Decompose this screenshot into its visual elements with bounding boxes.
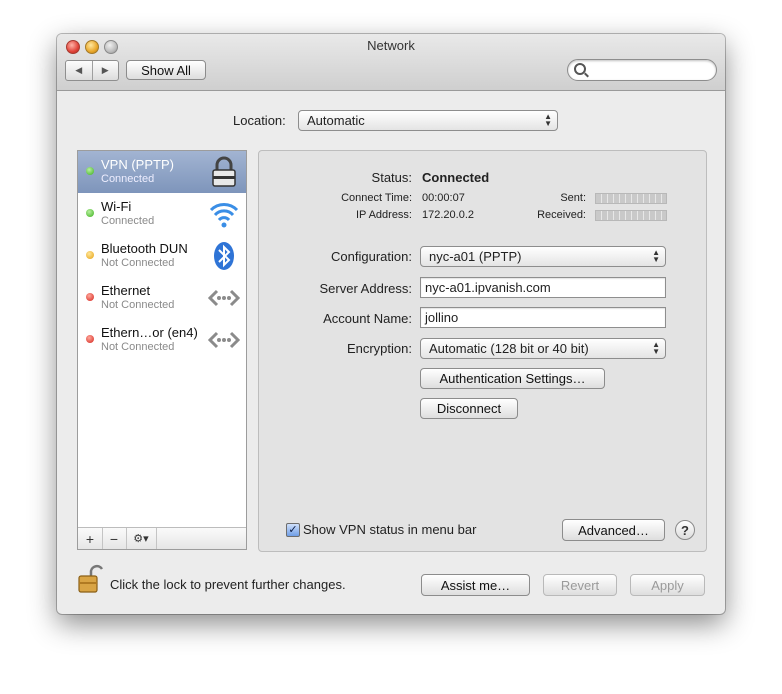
ethernet-icon — [208, 331, 240, 349]
action-menu-button[interactable]: ⚙▾ — [126, 528, 157, 549]
status-label: Status: — [371, 170, 412, 185]
updown-arrows-icon: ▲ ▼ — [652, 340, 660, 356]
service-list-toolbar: + − ⚙▾ — [78, 527, 246, 549]
window-title: Network — [367, 38, 415, 53]
ip-address-value: 172.20.0.2 — [422, 209, 474, 221]
service-status: Connected — [101, 215, 155, 227]
apply-button[interactable]: Apply — [630, 574, 705, 596]
status-dot-icon — [86, 335, 94, 343]
vpn-detail-panel: Status: Connected Connect Time: 00:00:07… — [258, 150, 707, 552]
service-item-bluetooth[interactable]: Bluetooth DUN Not Connected — [78, 235, 246, 277]
sent-meter — [595, 193, 667, 204]
remove-service-button[interactable]: − — [102, 528, 127, 549]
sent-label: Sent: — [560, 192, 586, 204]
service-item-ethernet[interactable]: Ethernet Not Connected — [78, 277, 246, 319]
service-status: Not Connected — [101, 341, 175, 353]
updown-arrows-icon: ▲ ▼ — [544, 112, 552, 128]
account-name-field[interactable]: jollino — [420, 307, 666, 328]
revert-button[interactable]: Revert — [543, 574, 617, 596]
status-dot-icon — [86, 293, 94, 301]
configuration-select[interactable]: nyc-a01 (PPTP) ▲ ▼ — [420, 246, 666, 267]
received-label: Received: — [537, 209, 586, 221]
search-icon — [574, 63, 586, 75]
show-vpn-status-label: Show VPN status in menu bar — [303, 522, 477, 537]
updown-arrows-icon: ▲ ▼ — [652, 248, 660, 264]
search-input[interactable] — [567, 59, 717, 81]
network-window: Network ◀ ▶ Show All Location: Automatic… — [57, 34, 725, 614]
connect-time-value: 00:00:07 — [422, 192, 465, 204]
title-bar: Network ◀ ▶ Show All — [57, 34, 725, 91]
bluetooth-icon — [214, 242, 234, 270]
service-list: VPN (PPTP) Connected Wi-Fi Connected Blu… — [77, 150, 247, 550]
ip-address-label: IP Address: — [355, 209, 412, 221]
disconnect-button[interactable]: Disconnect — [420, 398, 518, 419]
help-button[interactable]: ? — [675, 520, 695, 540]
service-name: Ethern…or (en4) — [101, 325, 198, 340]
assist-me-button[interactable]: Assist me… — [421, 574, 530, 596]
advanced-button[interactable]: Advanced… — [562, 519, 665, 541]
service-status: Connected — [101, 173, 155, 185]
location-value: Automatic — [307, 113, 365, 128]
encryption-label: Encryption: — [346, 341, 412, 356]
server-address-label: Server Address: — [319, 281, 413, 296]
status-dot-icon — [86, 167, 94, 175]
show-vpn-status-checkbox[interactable]: ✓ — [286, 523, 300, 537]
account-name-label: Account Name: — [323, 311, 412, 326]
location-label: Location: — [233, 113, 286, 128]
location-select[interactable]: Automatic ▲ ▼ — [298, 110, 558, 131]
ethernet-icon — [208, 289, 240, 307]
service-item-ethernet-en4[interactable]: Ethern…or (en4) Not Connected — [78, 319, 246, 361]
received-meter — [595, 210, 667, 221]
encryption-value: Automatic (128 bit or 40 bit) — [429, 341, 589, 356]
connect-time-label: Connect Time: — [341, 192, 412, 204]
service-name: Wi-Fi — [101, 199, 132, 214]
lock-icon — [212, 156, 236, 187]
lock-icon[interactable] — [77, 564, 103, 594]
service-name: Bluetooth DUN — [101, 241, 188, 256]
show-all-button[interactable]: Show All — [126, 60, 206, 80]
service-status: Not Connected — [101, 257, 175, 269]
service-name: Ethernet — [101, 283, 151, 298]
configuration-label: Configuration: — [331, 249, 412, 264]
status-value: Connected — [422, 170, 490, 185]
status-dot-icon — [86, 209, 94, 217]
status-dot-icon — [86, 251, 94, 259]
service-status: Not Connected — [101, 299, 175, 311]
service-item-vpn[interactable]: VPN (PPTP) Connected — [78, 151, 246, 193]
back-button[interactable]: ◀ — [66, 61, 92, 80]
service-item-wifi[interactable]: Wi-Fi Connected — [78, 193, 246, 235]
service-name: VPN (PPTP) — [101, 157, 174, 172]
wifi-icon — [209, 203, 239, 228]
lock-message: Click the lock to prevent further change… — [110, 577, 346, 592]
encryption-select[interactable]: Automatic (128 bit or 40 bit) ▲ ▼ — [420, 338, 666, 359]
forward-button[interactable]: ▶ — [91, 61, 119, 80]
server-address-field[interactable]: nyc-a01.ipvanish.com — [420, 277, 666, 298]
configuration-value: nyc-a01 (PPTP) — [429, 249, 522, 264]
authentication-settings-button[interactable]: Authentication Settings… — [420, 368, 605, 389]
add-service-button[interactable]: + — [78, 528, 103, 549]
back-forward-control: ◀ ▶ — [65, 60, 119, 81]
